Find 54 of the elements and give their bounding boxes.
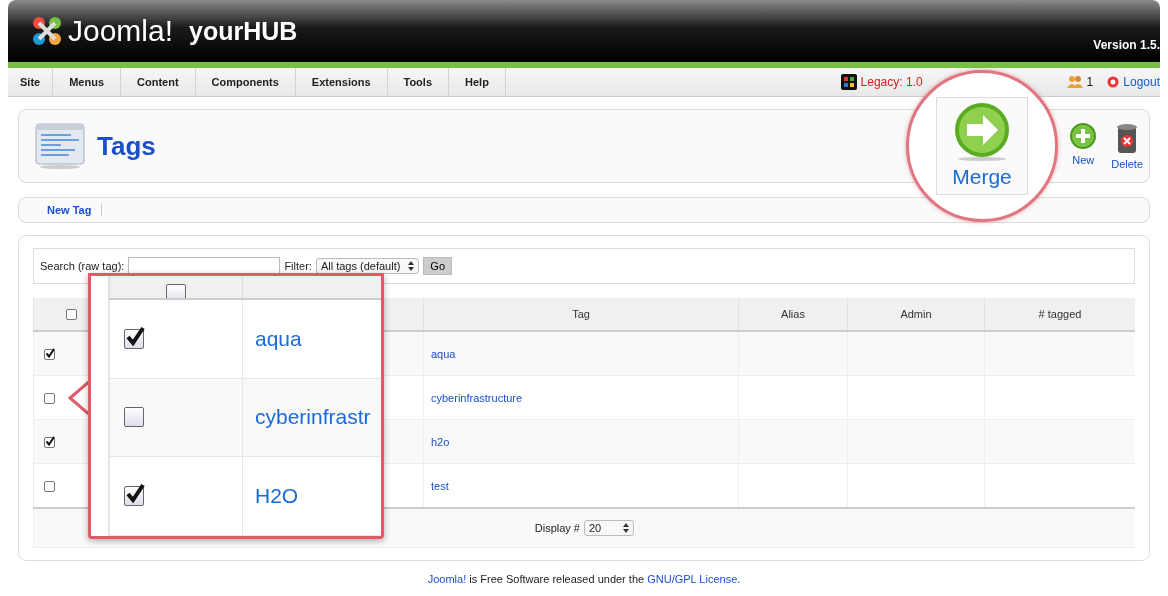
merge-button[interactable]: Merge (936, 97, 1028, 195)
column-header: Tag (572, 308, 590, 320)
tag-link[interactable]: cyberinfrastructure (425, 391, 523, 404)
version-label: Version 1.5. (1093, 38, 1160, 52)
checkbox[interactable] (66, 309, 77, 321)
logo-icon (30, 14, 64, 48)
users-icon (1066, 75, 1083, 89)
list-icon (35, 123, 85, 169)
tag-link[interactable]: h2o (425, 435, 450, 448)
menu-item[interactable]: Tools (387, 68, 449, 96)
checkbox[interactable] (124, 407, 144, 428)
column-header: # tagged (1038, 308, 1082, 320)
add-icon (1069, 122, 1098, 150)
menu-item[interactable]: Site (8, 68, 54, 96)
new-button[interactable]: New (1069, 122, 1098, 170)
display-dropdown[interactable]: 20 (584, 520, 635, 536)
dropdown-arrows-icon (408, 261, 415, 271)
submenu-link[interactable]: New Tag (47, 204, 103, 216)
display-label: Display # (534, 522, 580, 534)
logo-text: Joomla! (68, 14, 174, 48)
tag-link[interactable]: aqua (425, 347, 456, 360)
column-header: Alias (781, 308, 805, 320)
search-label: Search (raw tag): (40, 260, 125, 272)
filter-dropdown[interactable]: All tags (default) (315, 258, 420, 274)
menu-item[interactable]: Help (449, 68, 506, 96)
footer-link[interactable]: Joomla! (427, 573, 467, 585)
site-name: yourHUB (189, 16, 298, 46)
status-label[interactable]: Legacy: 1.0 (860, 75, 923, 89)
page-title: Tags (97, 130, 156, 162)
go-button[interactable]: Go (423, 257, 453, 275)
trash-icon (1115, 122, 1140, 154)
checkbox[interactable] (124, 328, 144, 349)
menu-item[interactable]: Menus (53, 68, 122, 96)
checkbox[interactable] (166, 284, 186, 298)
dropdown-arrows-icon (623, 523, 630, 533)
status-label[interactable]: 1 (1086, 75, 1094, 89)
footer-text: Joomla! is Free Software released under the GNU/GPL License. (426, 573, 742, 585)
column-header: Admin (900, 308, 932, 320)
checkbox[interactable] (44, 436, 55, 448)
checkbox[interactable] (44, 348, 55, 360)
power-icon (1107, 76, 1120, 88)
menu-item[interactable]: Components (195, 68, 296, 96)
filter-label: Filter: (284, 260, 312, 272)
checkbox[interactable] (44, 480, 55, 492)
checkbox[interactable] (44, 392, 55, 404)
tag-link[interactable]: aqua (243, 326, 302, 351)
menu-item[interactable]: Content (121, 68, 196, 96)
menu-item[interactable]: Extensions (295, 68, 388, 96)
tag-link[interactable]: test (425, 479, 449, 492)
tag-link[interactable]: H2O (243, 484, 299, 509)
delete-button[interactable]: Delete (1111, 122, 1143, 170)
status-label[interactable]: Logout (1123, 75, 1160, 89)
joomla-icon (840, 74, 857, 90)
checkbox[interactable] (124, 486, 144, 507)
